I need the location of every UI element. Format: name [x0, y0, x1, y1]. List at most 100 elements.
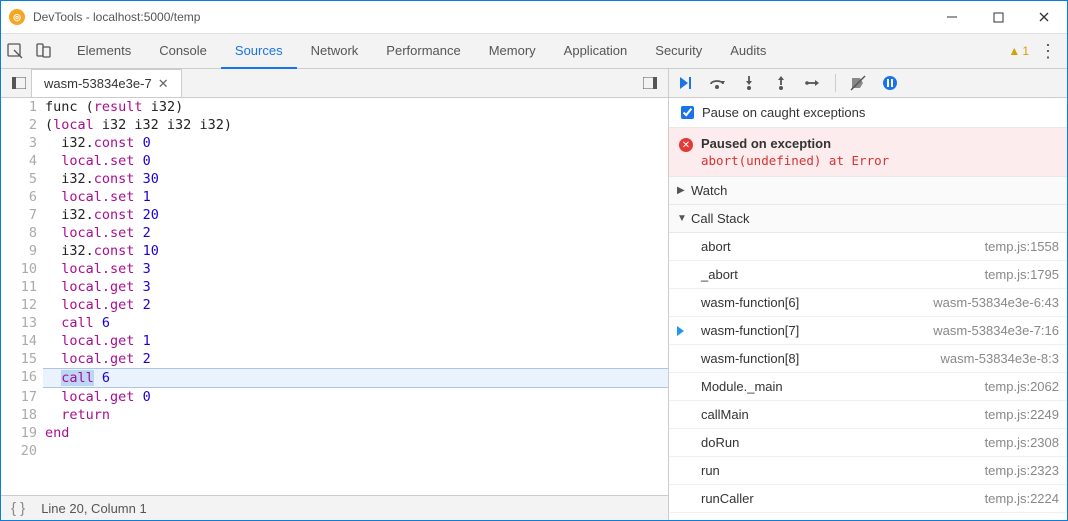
menu-button[interactable]: ⋮: [1039, 42, 1057, 60]
gutter-number[interactable]: 13: [1, 314, 43, 332]
gutter-number[interactable]: 15: [1, 350, 43, 368]
minimize-button[interactable]: [929, 1, 975, 33]
code-text: local.set 1: [43, 188, 668, 206]
deactivate-breakpoints-button[interactable]: [848, 75, 868, 91]
step-icon: [805, 75, 821, 91]
resume-button[interactable]: [675, 75, 695, 91]
code-line[interactable]: 8 local.set 2: [1, 224, 668, 242]
gutter-number[interactable]: 6: [1, 188, 43, 206]
step-over-icon: [709, 75, 725, 91]
warning-badge[interactable]: ▲ 1: [1008, 44, 1029, 58]
pause-on-caught-row[interactable]: Pause on caught exceptions: [669, 98, 1067, 128]
app-icon: ◎: [9, 9, 25, 25]
gutter-number[interactable]: 16: [1, 368, 43, 388]
callstack-label: Call Stack: [691, 211, 750, 226]
tab-audits[interactable]: Audits: [716, 34, 780, 69]
gutter-number[interactable]: 1: [1, 98, 43, 116]
code-editor[interactable]: 1func (result i32)2(local i32 i32 i32 i3…: [1, 98, 668, 495]
callstack-frame[interactable]: wasm-function[8]wasm-53834e3e-8:3: [669, 345, 1067, 373]
tab-sources[interactable]: Sources: [221, 34, 297, 69]
gutter-number[interactable]: 5: [1, 170, 43, 188]
cursor-position: Line 20, Column 1: [41, 501, 147, 516]
callstack-frame[interactable]: _aborttemp.js:1795: [669, 261, 1067, 289]
gutter-number[interactable]: 14: [1, 332, 43, 350]
callstack-frame[interactable]: Module._maintemp.js:2062: [669, 373, 1067, 401]
callstack-section-header[interactable]: ▼ Call Stack: [669, 205, 1067, 233]
tab-memory[interactable]: Memory: [475, 34, 550, 69]
gutter-number[interactable]: 4: [1, 152, 43, 170]
code-line[interactable]: 19end: [1, 424, 668, 442]
tab-network[interactable]: Network: [297, 34, 373, 69]
step-into-button[interactable]: [739, 75, 759, 91]
tab-performance[interactable]: Performance: [372, 34, 474, 69]
code-line[interactable]: 11 local.get 3: [1, 278, 668, 296]
gutter-number[interactable]: 3: [1, 134, 43, 152]
step-over-button[interactable]: [707, 75, 727, 91]
tab-elements[interactable]: Elements: [63, 34, 145, 69]
error-icon: ✕: [679, 138, 693, 152]
callstack-frame[interactable]: runtemp.js:2323: [669, 457, 1067, 485]
code-line[interactable]: 13 call 6: [1, 314, 668, 332]
code-line[interactable]: 16 call 6: [1, 368, 668, 388]
callstack-list: aborttemp.js:1558_aborttemp.js:1795wasm-…: [669, 233, 1067, 513]
code-line[interactable]: 4 local.set 0: [1, 152, 668, 170]
close-icon[interactable]: ✕: [158, 70, 169, 97]
code-text: local.set 3: [43, 260, 668, 278]
code-text: end: [43, 424, 668, 442]
gutter-number[interactable]: 17: [1, 388, 43, 406]
callstack-frame[interactable]: runCallertemp.js:2224: [669, 485, 1067, 513]
code-line[interactable]: 5 i32.const 30: [1, 170, 668, 188]
more-tabs-icon[interactable]: [638, 77, 662, 89]
watch-section-header[interactable]: ▶ Watch: [669, 177, 1067, 205]
resume-icon: [677, 75, 693, 91]
gutter-number[interactable]: 11: [1, 278, 43, 296]
exception-detail: abort(undefined) at Error: [701, 153, 889, 168]
tab-console[interactable]: Console: [145, 34, 221, 69]
code-line[interactable]: 20: [1, 442, 668, 460]
code-line[interactable]: 7 i32.const 20: [1, 206, 668, 224]
callstack-frame[interactable]: wasm-function[7]wasm-53834e3e-7:16: [669, 317, 1067, 345]
code-line[interactable]: 6 local.set 1: [1, 188, 668, 206]
step-button[interactable]: [803, 75, 823, 91]
pretty-print-icon[interactable]: { }: [11, 500, 25, 517]
gutter-number[interactable]: 12: [1, 296, 43, 314]
gutter-number[interactable]: 8: [1, 224, 43, 242]
callstack-frame[interactable]: callMaintemp.js:2249: [669, 401, 1067, 429]
navigator-toggle-icon[interactable]: [7, 77, 31, 89]
code-line[interactable]: 12 local.get 2: [1, 296, 668, 314]
code-line[interactable]: 14 local.get 1: [1, 332, 668, 350]
code-line[interactable]: 15 local.get 2: [1, 350, 668, 368]
code-line[interactable]: 3 i32.const 0: [1, 134, 668, 152]
code-line[interactable]: 2(local i32 i32 i32 i32): [1, 116, 668, 134]
code-text: i32.const 10: [43, 242, 668, 260]
code-text: call 6: [43, 314, 668, 332]
frame-location: temp.js:2224: [985, 491, 1059, 506]
close-button[interactable]: [1021, 1, 1067, 33]
file-tab[interactable]: wasm-53834e3e-7 ✕: [31, 69, 182, 97]
gutter-number[interactable]: 7: [1, 206, 43, 224]
gutter-number[interactable]: 18: [1, 406, 43, 424]
code-line[interactable]: 17 local.get 0: [1, 388, 668, 406]
gutter-number[interactable]: 10: [1, 260, 43, 278]
inspect-icon[interactable]: [1, 43, 29, 59]
device-toggle-icon[interactable]: [29, 43, 57, 59]
gutter-number[interactable]: 2: [1, 116, 43, 134]
frame-function: run: [701, 463, 720, 478]
tab-application[interactable]: Application: [550, 34, 642, 69]
maximize-button[interactable]: [975, 1, 1021, 33]
step-out-button[interactable]: [771, 75, 791, 91]
gutter-number[interactable]: 19: [1, 424, 43, 442]
tab-security[interactable]: Security: [641, 34, 716, 69]
callstack-frame[interactable]: wasm-function[6]wasm-53834e3e-6:43: [669, 289, 1067, 317]
callstack-frame[interactable]: doRuntemp.js:2308: [669, 429, 1067, 457]
code-line[interactable]: 10 local.set 3: [1, 260, 668, 278]
callstack-frame[interactable]: aborttemp.js:1558: [669, 233, 1067, 261]
gutter-number[interactable]: 20: [1, 442, 43, 460]
code-line[interactable]: 18 return: [1, 406, 668, 424]
code-line[interactable]: 1func (result i32): [1, 98, 668, 116]
debugger-scroll[interactable]: Pause on caught exceptions ✕ Paused on e…: [669, 98, 1067, 520]
pause-on-exceptions-button[interactable]: [880, 75, 900, 91]
code-line[interactable]: 9 i32.const 10: [1, 242, 668, 260]
pause-on-caught-checkbox[interactable]: [681, 106, 694, 119]
gutter-number[interactable]: 9: [1, 242, 43, 260]
